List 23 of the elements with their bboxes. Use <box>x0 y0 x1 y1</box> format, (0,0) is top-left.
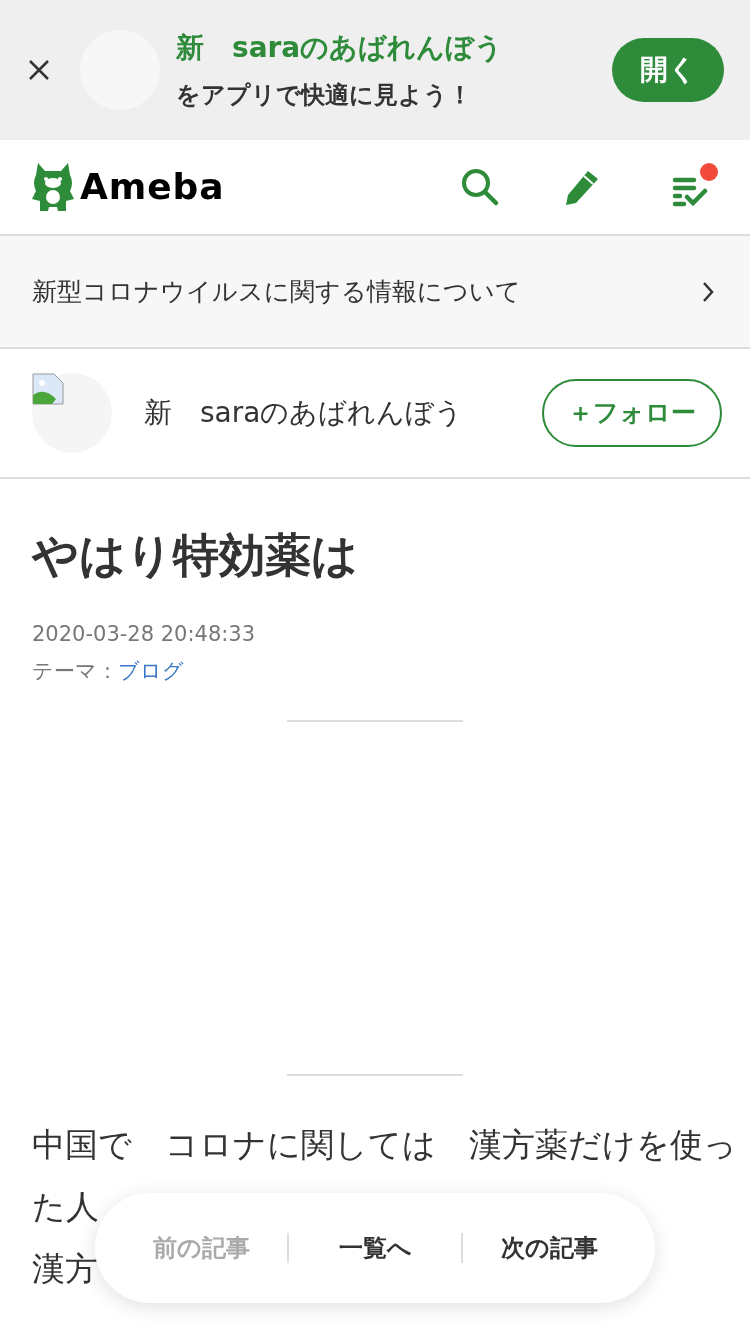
chevron-right-icon <box>702 280 714 303</box>
notice-bar[interactable]: 新型コロナウイルスに関する情報について <box>0 236 750 349</box>
post-date: 2020-03-28 20:48:33 <box>32 620 257 648</box>
follow-button[interactable]: ＋フォロー <box>542 379 722 447</box>
body-text: 漢方 <box>32 1247 98 1290</box>
mascot-icon <box>32 161 74 213</box>
banner-subtitle: をアプリで快適に見よう！ <box>176 80 473 111</box>
theme-link[interactable]: ブログ <box>118 659 184 683</box>
body-text: 中国で コロナに関しては 漢方薬だけを使っ <box>32 1123 737 1166</box>
pager-link[interactable]: 一覧へ <box>289 1230 461 1266</box>
ameba-logo[interactable]: Ameba <box>32 160 225 214</box>
checklist-icon[interactable] <box>672 177 708 207</box>
article-title: やはり特効薬は <box>32 527 359 584</box>
broken-image-icon <box>32 373 64 405</box>
body-text: た人 <box>32 1185 99 1228</box>
theme-label: テーマ： <box>32 659 118 683</box>
pager-link[interactable]: 次の記事 <box>463 1230 635 1266</box>
search-icon[interactable] <box>460 167 500 207</box>
author-name[interactable]: 新 saraのあばれんぼう <box>144 392 542 434</box>
notice-text: 新型コロナウイルスに関する情報について <box>32 275 522 308</box>
pencil-icon[interactable] <box>566 169 600 205</box>
banner-title: 新 saraのあばれんぼう <box>176 30 505 66</box>
open-button[interactable]: 開く <box>612 38 724 102</box>
